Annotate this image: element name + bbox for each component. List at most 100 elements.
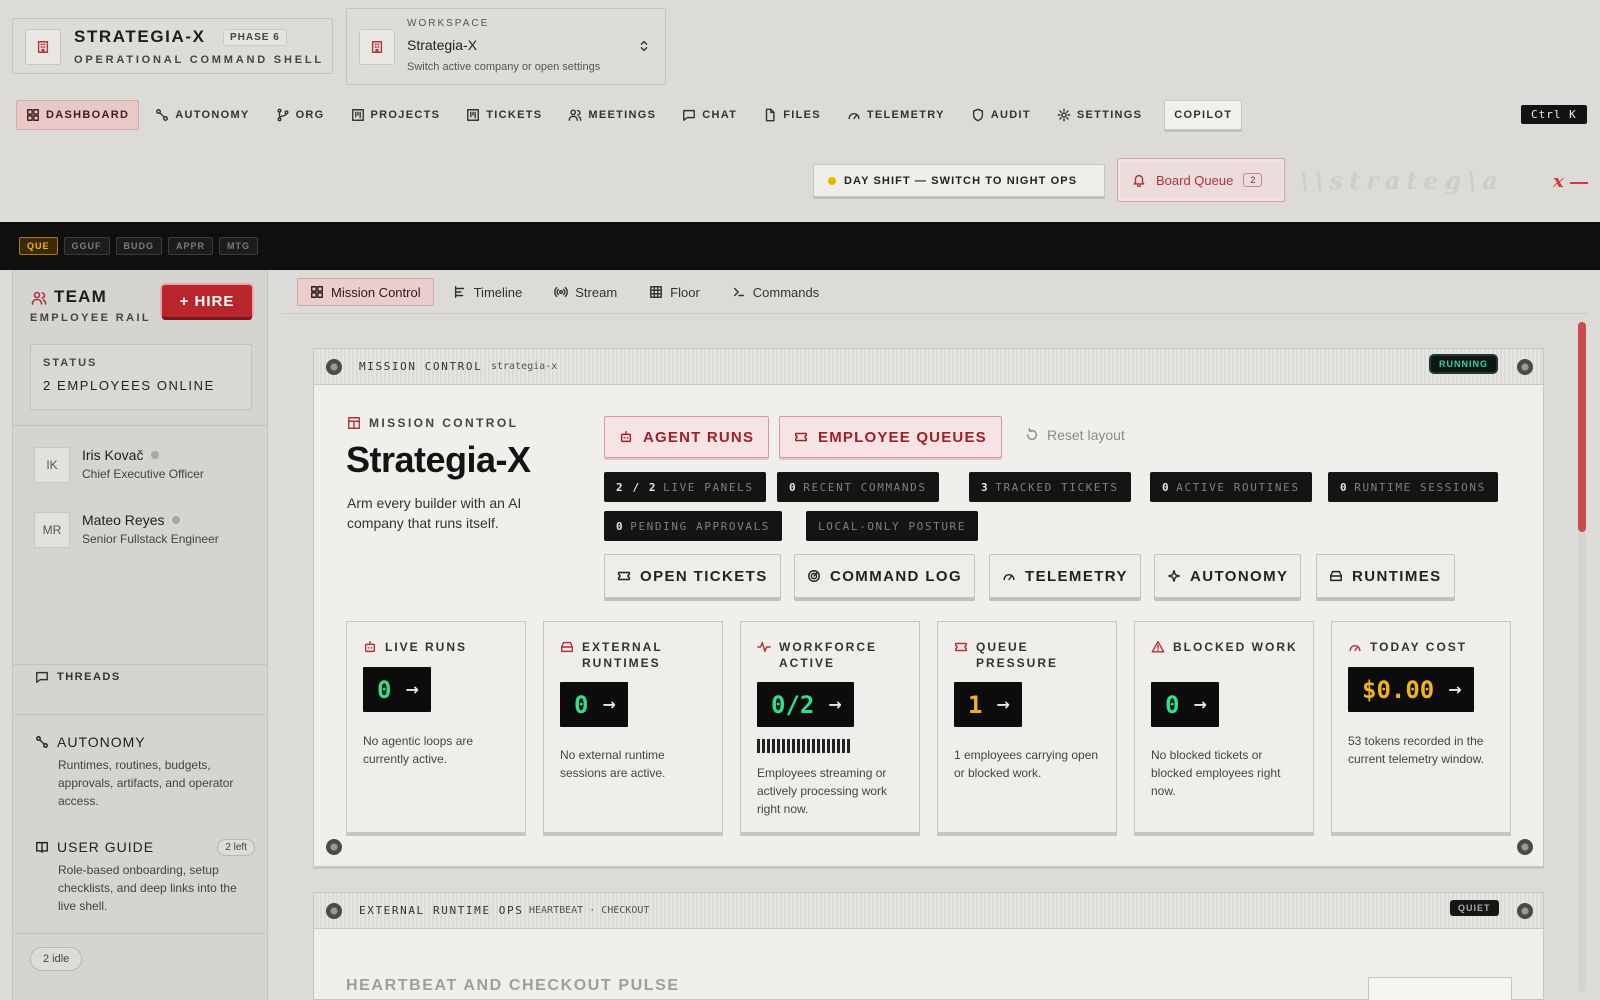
nav-item-dashboard[interactable]: DASHBOARD	[16, 100, 140, 130]
guide-badge: 2 left	[217, 839, 255, 856]
status-value: 2 EMPLOYEES ONLINE	[43, 378, 215, 393]
agent-runs-button[interactable]: AGENT RUNS	[604, 416, 770, 458]
employee-item[interactable]: IK Iris Kovač Chief Executive Officer	[34, 447, 259, 487]
employee-sidebar: TEAM EMPLOYEE RAIL + HIRE STATUS 2 EMPLO…	[12, 270, 268, 1000]
metric-card-live-runs[interactable]: LIVE RUNS 0 → No agentic loops are curren…	[346, 621, 526, 833]
stat-value: 0	[616, 519, 625, 533]
employee-item[interactable]: MR Mateo Reyes Senior Fullstack Engineer	[34, 512, 259, 552]
shield-icon	[971, 108, 985, 122]
nav-item-tickets[interactable]: TICKETS	[456, 100, 552, 130]
hire-button[interactable]: + HIRE	[162, 285, 252, 317]
page-title: Strategia-X	[346, 439, 531, 480]
nav-item-meetings[interactable]: MEETINGS	[558, 100, 666, 130]
guide-title: USER GUIDE	[57, 839, 155, 855]
stat-runtime-sessions: 0 RUNTIME SESSIONS	[1328, 472, 1498, 502]
command-log-label: COMMAND LOG	[830, 567, 963, 585]
metric-card-external-runtimes[interactable]: EXTERNAL RUNTIMES 0 → No external runtime…	[543, 621, 723, 833]
card-readout[interactable]: 1 →	[954, 682, 1022, 727]
card-header: EXTERNAL RUNTIMES	[560, 639, 720, 671]
scrollbar-thumb[interactable]	[1578, 322, 1586, 532]
autonomy-link[interactable]: AUTONOMY Runtimes, routines, budgets, ap…	[35, 734, 255, 810]
arrow-right-icon: →	[602, 695, 616, 714]
nav-label: ORG	[295, 109, 325, 121]
tab-label: Mission Control	[331, 284, 421, 300]
nav-item-org[interactable]: ORG	[266, 100, 335, 130]
workspace-switcher[interactable]: WORKSPACE Strategia-X Switch active comp…	[346, 8, 666, 85]
threads-link[interactable]: THREADS	[35, 670, 121, 684]
status-badge: QUIET	[1450, 900, 1499, 916]
brand-subtitle: OPERATIONAL COMMAND SHELL	[74, 54, 324, 66]
card-readout[interactable]: $0.00 →	[1348, 667, 1474, 712]
tab-commands[interactable]: Commands	[719, 278, 832, 306]
open-tickets-button[interactable]: OPEN TICKETS	[604, 554, 781, 598]
tab-stream[interactable]: Stream	[541, 278, 630, 306]
panel-header: MISSION CONTROL strategia-x RUNNING	[314, 349, 1543, 385]
card-value: 1	[968, 690, 983, 719]
section-control[interactable]	[1368, 977, 1512, 1000]
panel-header: EXTERNAL RUNTIME OPS HEARTBEAT · CHECKOU…	[314, 893, 1543, 929]
terminal-icon	[732, 285, 746, 299]
module-chip-que[interactable]: QUE	[19, 237, 58, 255]
tab-label: Timeline	[473, 284, 523, 300]
nav-label: CHAT	[702, 109, 738, 121]
command-log-button[interactable]: COMMAND LOG	[794, 554, 976, 598]
shift-toggle-button[interactable]: DAY SHIFT — SWITCH TO NIGHT OPS	[813, 164, 1105, 197]
panel-title: EXTERNAL RUNTIME OPS	[359, 904, 524, 917]
card-readout[interactable]: 0 →	[1151, 682, 1219, 727]
stat-label: TRACKED TICKETS	[995, 480, 1119, 494]
card-desc: Employees streaming or actively processi…	[757, 766, 888, 816]
nav-item-audit[interactable]: AUDIT	[961, 100, 1041, 130]
arrow-right-icon: →	[405, 680, 419, 699]
scrollbar-track[interactable]	[1578, 532, 1586, 992]
runtimes-button[interactable]: RUNTIMES	[1316, 554, 1455, 598]
card-header: TODAY COST	[1348, 639, 1508, 655]
idle-badge[interactable]: 2 idle	[30, 947, 83, 971]
command-palette-shortcut[interactable]: Ctrl K	[1521, 105, 1587, 124]
gauge-icon	[847, 108, 861, 122]
nav-item-projects[interactable]: PROJECTS	[341, 100, 451, 130]
metric-card-queue-pressure[interactable]: QUEUE PRESSURE 1 → 1 employees carrying o…	[937, 621, 1117, 833]
divider	[281, 313, 1587, 314]
card-readout[interactable]: 0 →	[560, 682, 628, 727]
module-chip-budg[interactable]: BUDG	[115, 237, 163, 255]
card-readout[interactable]: 0 →	[363, 667, 431, 712]
card-desc: No external runtime sessions are active.	[560, 748, 666, 780]
card-title: QUEUE PRESSURE	[976, 640, 1059, 670]
autonomy-button[interactable]: AUTONOMY	[1154, 554, 1302, 598]
gear-icon	[1057, 108, 1071, 122]
table-icon	[649, 285, 663, 299]
stat-live-panels: 2 / 2 LIVE PANELS	[604, 472, 766, 502]
stat-label: ACTIVE ROUTINES	[1176, 480, 1300, 494]
tab-label: Stream	[575, 284, 618, 300]
ticket-icon	[954, 640, 968, 654]
tab-mission-control[interactable]: Mission Control	[297, 278, 434, 306]
telemetry-button[interactable]: TELEMETRY	[989, 554, 1141, 598]
metric-card-blocked-work[interactable]: BLOCKED WORK 0 → No blocked tickets or bl…	[1134, 621, 1314, 833]
tab-timeline[interactable]: Timeline	[440, 278, 536, 306]
nav-item-files[interactable]: FILES	[753, 100, 831, 130]
metric-card-today-cost[interactable]: TODAY COST $0.00 → 53 tokens recorded in …	[1331, 621, 1511, 833]
kanban-icon	[351, 108, 365, 122]
panel-slug: strategia-x	[491, 361, 558, 372]
users-icon	[31, 290, 47, 306]
copilot-button[interactable]: COPILOT	[1164, 100, 1243, 130]
user-guide-link[interactable]: USER GUIDE 2 left Role-based onboarding,…	[35, 839, 255, 915]
module-chip-gguf[interactable]: GGUF	[63, 237, 110, 255]
module-chip-appr[interactable]: APPR	[168, 237, 214, 255]
tab-label: Floor	[670, 284, 700, 300]
card-desc: 53 tokens recorded in the current teleme…	[1348, 734, 1485, 766]
bolt-icon	[326, 359, 342, 375]
module-chip-mtg[interactable]: MTG	[219, 237, 259, 255]
metric-card-workforce-active[interactable]: WORKFORCE ACTIVE 0/2 → Employees streamin…	[740, 621, 920, 833]
phase-badge: PHASE 6	[223, 29, 287, 46]
nav-item-autonomy[interactable]: AUTONOMY	[145, 100, 259, 130]
employee-queues-button[interactable]: EMPLOYEE QUEUES	[779, 416, 1002, 458]
card-readout[interactable]: 0/2 →	[757, 682, 854, 727]
nav-item-settings[interactable]: SETTINGS	[1047, 100, 1152, 130]
nodes-icon	[155, 108, 169, 122]
nav-item-chat[interactable]: CHAT	[672, 100, 747, 130]
tab-floor[interactable]: Floor	[636, 278, 713, 306]
nav-item-telemetry[interactable]: TELEMETRY	[837, 100, 955, 130]
reset-layout-button[interactable]: Reset layout	[1025, 427, 1125, 443]
board-queue-button[interactable]: Board Queue 2	[1117, 158, 1285, 202]
